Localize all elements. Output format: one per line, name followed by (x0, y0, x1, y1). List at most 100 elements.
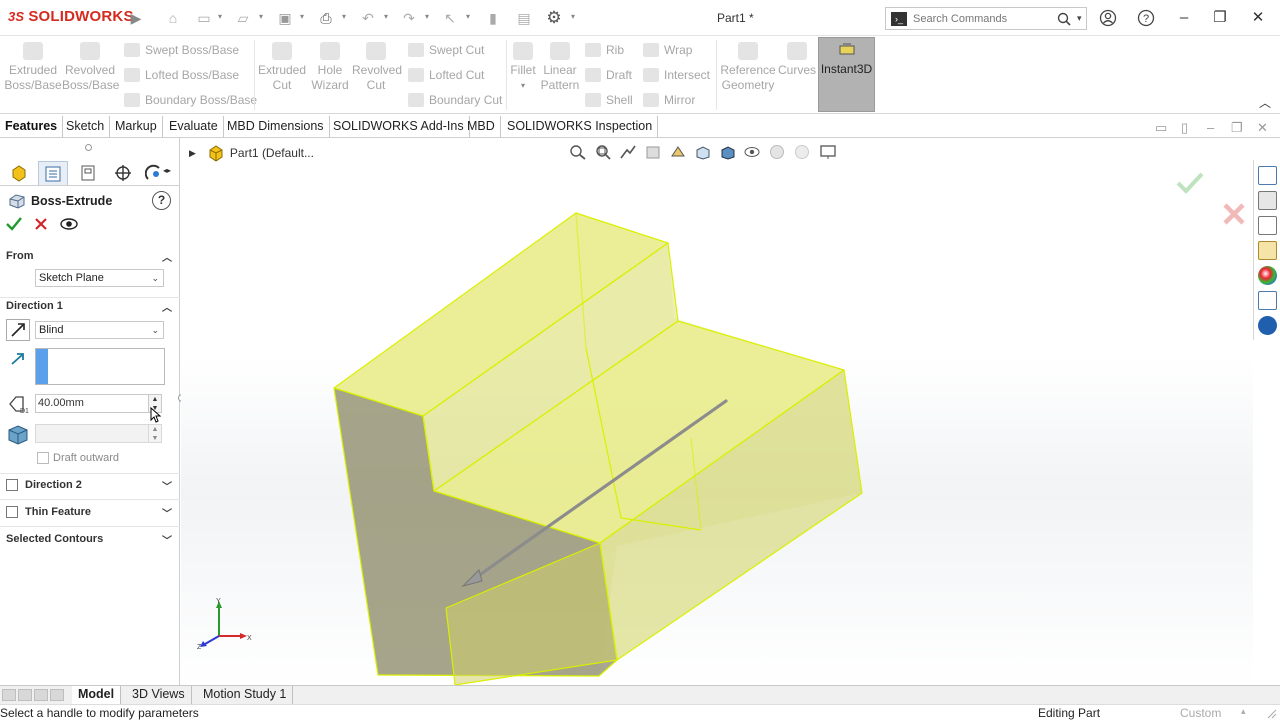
user-account-icon[interactable] (1099, 9, 1117, 27)
tab-motion-study-1[interactable]: Motion Study 1 (197, 686, 294, 704)
depth-input[interactable]: 40.00mm (35, 394, 149, 413)
solidworks-resources-icon[interactable] (1258, 166, 1277, 185)
options-dropdown-icon[interactable]: ▾ (571, 12, 579, 22)
tab-solidworks-inspection[interactable]: SOLIDWORKS Inspection (502, 116, 659, 137)
direction2-checkbox[interactable] (6, 479, 18, 491)
undo-dropdown-icon[interactable]: ▾ (384, 12, 392, 22)
ok-check-icon[interactable] (6, 217, 22, 231)
intersect-button[interactable]: Intersect (643, 66, 710, 84)
reference-geometry-button[interactable]: Reference Geometry (720, 40, 776, 93)
tile-view-icon[interactable]: ▭ (1155, 120, 1167, 136)
undo-icon[interactable]: ↶ (357, 8, 379, 28)
cancel-x-icon[interactable] (34, 217, 48, 231)
units-dropdown-icon[interactable]: ▴ (1241, 706, 1246, 717)
restore-window-icon[interactable]: ❐ (1209, 8, 1231, 28)
linear-pattern-button[interactable]: Linear Pattern (540, 40, 580, 93)
units-system[interactable]: Custom (1180, 706, 1221, 720)
direction2-section-header[interactable]: Direction 2 ﹀ (0, 475, 180, 495)
minimize-window-icon[interactable]: – (1173, 8, 1195, 28)
help-button[interactable]: ? (152, 191, 171, 210)
solidworks-forum-icon[interactable] (1258, 316, 1277, 335)
mirror-button[interactable]: Mirror (643, 91, 695, 109)
open-dropdown-icon[interactable]: ▾ (259, 12, 267, 22)
reverse-direction-button[interactable] (6, 319, 30, 341)
tabs-scroll-icon[interactable]: ◂▸ (163, 166, 171, 175)
draft-button[interactable]: Draft (585, 66, 632, 84)
appearances-scenes-icon[interactable] (1258, 266, 1277, 285)
resize-grip-icon[interactable] (1265, 707, 1277, 719)
tab-sketch[interactable]: Sketch (61, 116, 111, 137)
from-section-header[interactable]: From ︿ (0, 246, 180, 266)
save-dropdown-icon[interactable]: ▾ (300, 12, 308, 22)
view-palette-icon[interactable] (1258, 241, 1277, 260)
next-tab-icon[interactable] (34, 689, 48, 701)
instant3d-button[interactable]: Instant3D (818, 37, 875, 112)
document-minimize-icon[interactable]: – (1207, 120, 1214, 135)
draft-outward-option[interactable]: Draft outward (37, 452, 119, 464)
feature-manager-tab[interactable] (4, 161, 34, 185)
search-dropdown-icon[interactable]: ▾ (1077, 13, 1082, 24)
revolved-cut-button[interactable]: Revolved Cut (352, 40, 402, 93)
tab-model[interactable]: Model (72, 686, 122, 704)
dimxpert-manager-tab[interactable] (108, 161, 138, 185)
document-close-icon[interactable]: ✕ (1257, 120, 1268, 136)
rebuild-icon[interactable]: ▮ (482, 8, 504, 28)
selected-contours-section-header[interactable]: Selected Contours ﹀ (0, 529, 180, 549)
new-dropdown-icon[interactable]: ▾ (218, 12, 226, 22)
tab-solidworks-add-ins[interactable]: SOLIDWORKS Add-Ins (328, 116, 470, 137)
display-manager-tab[interactable] (142, 161, 164, 185)
previous-tab-icon[interactable] (18, 689, 32, 701)
file-explorer-icon[interactable] (1258, 216, 1277, 235)
search-icon[interactable] (1057, 12, 1071, 26)
configuration-manager-tab[interactable] (73, 161, 103, 185)
spin-down-icon[interactable]: ▼ (149, 434, 161, 443)
split-view-icon[interactable]: ▯ (1181, 120, 1188, 136)
thin-feature-section-header[interactable]: Thin Feature ﹀ (0, 502, 180, 522)
search-commands[interactable]: ›_ ▾ (885, 7, 1087, 30)
direction-selection-box[interactable] (35, 348, 165, 385)
property-manager-tab[interactable] (38, 161, 68, 185)
panel-grip-icon[interactable] (85, 144, 92, 151)
options-gear-icon[interactable]: ⚙ (543, 8, 565, 28)
boundary-boss-button[interactable]: Boundary Boss/Base (124, 91, 257, 109)
boundary-cut-button[interactable]: Boundary Cut (408, 91, 502, 109)
revolved-boss-button[interactable]: Revolved Boss/Base (62, 40, 119, 93)
spin-up-icon[interactable]: ▲ (149, 425, 161, 434)
select-pointer-icon[interactable]: ↖ (439, 8, 461, 28)
preview-eye-icon[interactable] (60, 217, 78, 231)
from-start-condition-select[interactable]: Sketch Plane ⌄ (35, 269, 164, 287)
tab-3d-views[interactable]: 3D Views (126, 686, 192, 704)
graphics-area[interactable]: ▶ Part1 (Default... ▾ ▾ ▾ ▾ ▾ (181, 138, 1253, 685)
curves-button[interactable]: Curves (778, 40, 816, 78)
direction1-section-header[interactable]: Direction 1 ︿ (0, 296, 180, 316)
fillet-button[interactable]: Fillet ▾ (508, 40, 538, 93)
last-tab-icon[interactable] (50, 689, 64, 701)
hole-wizard-button[interactable]: Hole Wizard (308, 40, 352, 93)
print-dropdown-icon[interactable]: ▾ (342, 12, 350, 22)
first-tab-icon[interactable] (2, 689, 16, 701)
shell-button[interactable]: Shell (585, 91, 633, 109)
draft-outward-checkbox[interactable] (37, 452, 49, 464)
wrap-button[interactable]: Wrap (643, 41, 692, 59)
file-properties-icon[interactable]: ▤ (513, 8, 535, 28)
swept-boss-button[interactable]: Swept Boss/Base (124, 41, 239, 59)
draft-angle-input[interactable] (35, 424, 149, 443)
tab-mbd[interactable]: MBD (462, 116, 501, 137)
print-icon[interactable]: ⎙ (315, 8, 337, 28)
tab-markup[interactable]: Markup (110, 116, 163, 137)
save-icon[interactable]: ▣ (274, 8, 296, 28)
fillet-dropdown-icon[interactable]: ▾ (508, 78, 538, 93)
tab-features[interactable]: Features (0, 116, 64, 137)
lofted-cut-button[interactable]: Lofted Cut (408, 66, 484, 84)
custom-properties-icon[interactable] (1258, 291, 1277, 310)
extruded-boss-button[interactable]: Extruded Boss/Base (4, 40, 62, 93)
rib-button[interactable]: Rib (585, 41, 624, 59)
end-condition-select[interactable]: Blind ⌄ (35, 321, 164, 339)
document-restore-icon[interactable]: ❐ (1231, 120, 1243, 136)
search-input[interactable] (913, 12, 1053, 25)
open-folder-icon[interactable]: ▱ (232, 8, 254, 28)
close-window-icon[interactable]: ✕ (1247, 8, 1269, 28)
solidworks-logo[interactable]: 3S SOLIDWORKS (8, 8, 134, 25)
select-dropdown-icon[interactable]: ▾ (466, 12, 474, 22)
menu-expand-arrow-icon[interactable]: ▶ (125, 8, 147, 28)
